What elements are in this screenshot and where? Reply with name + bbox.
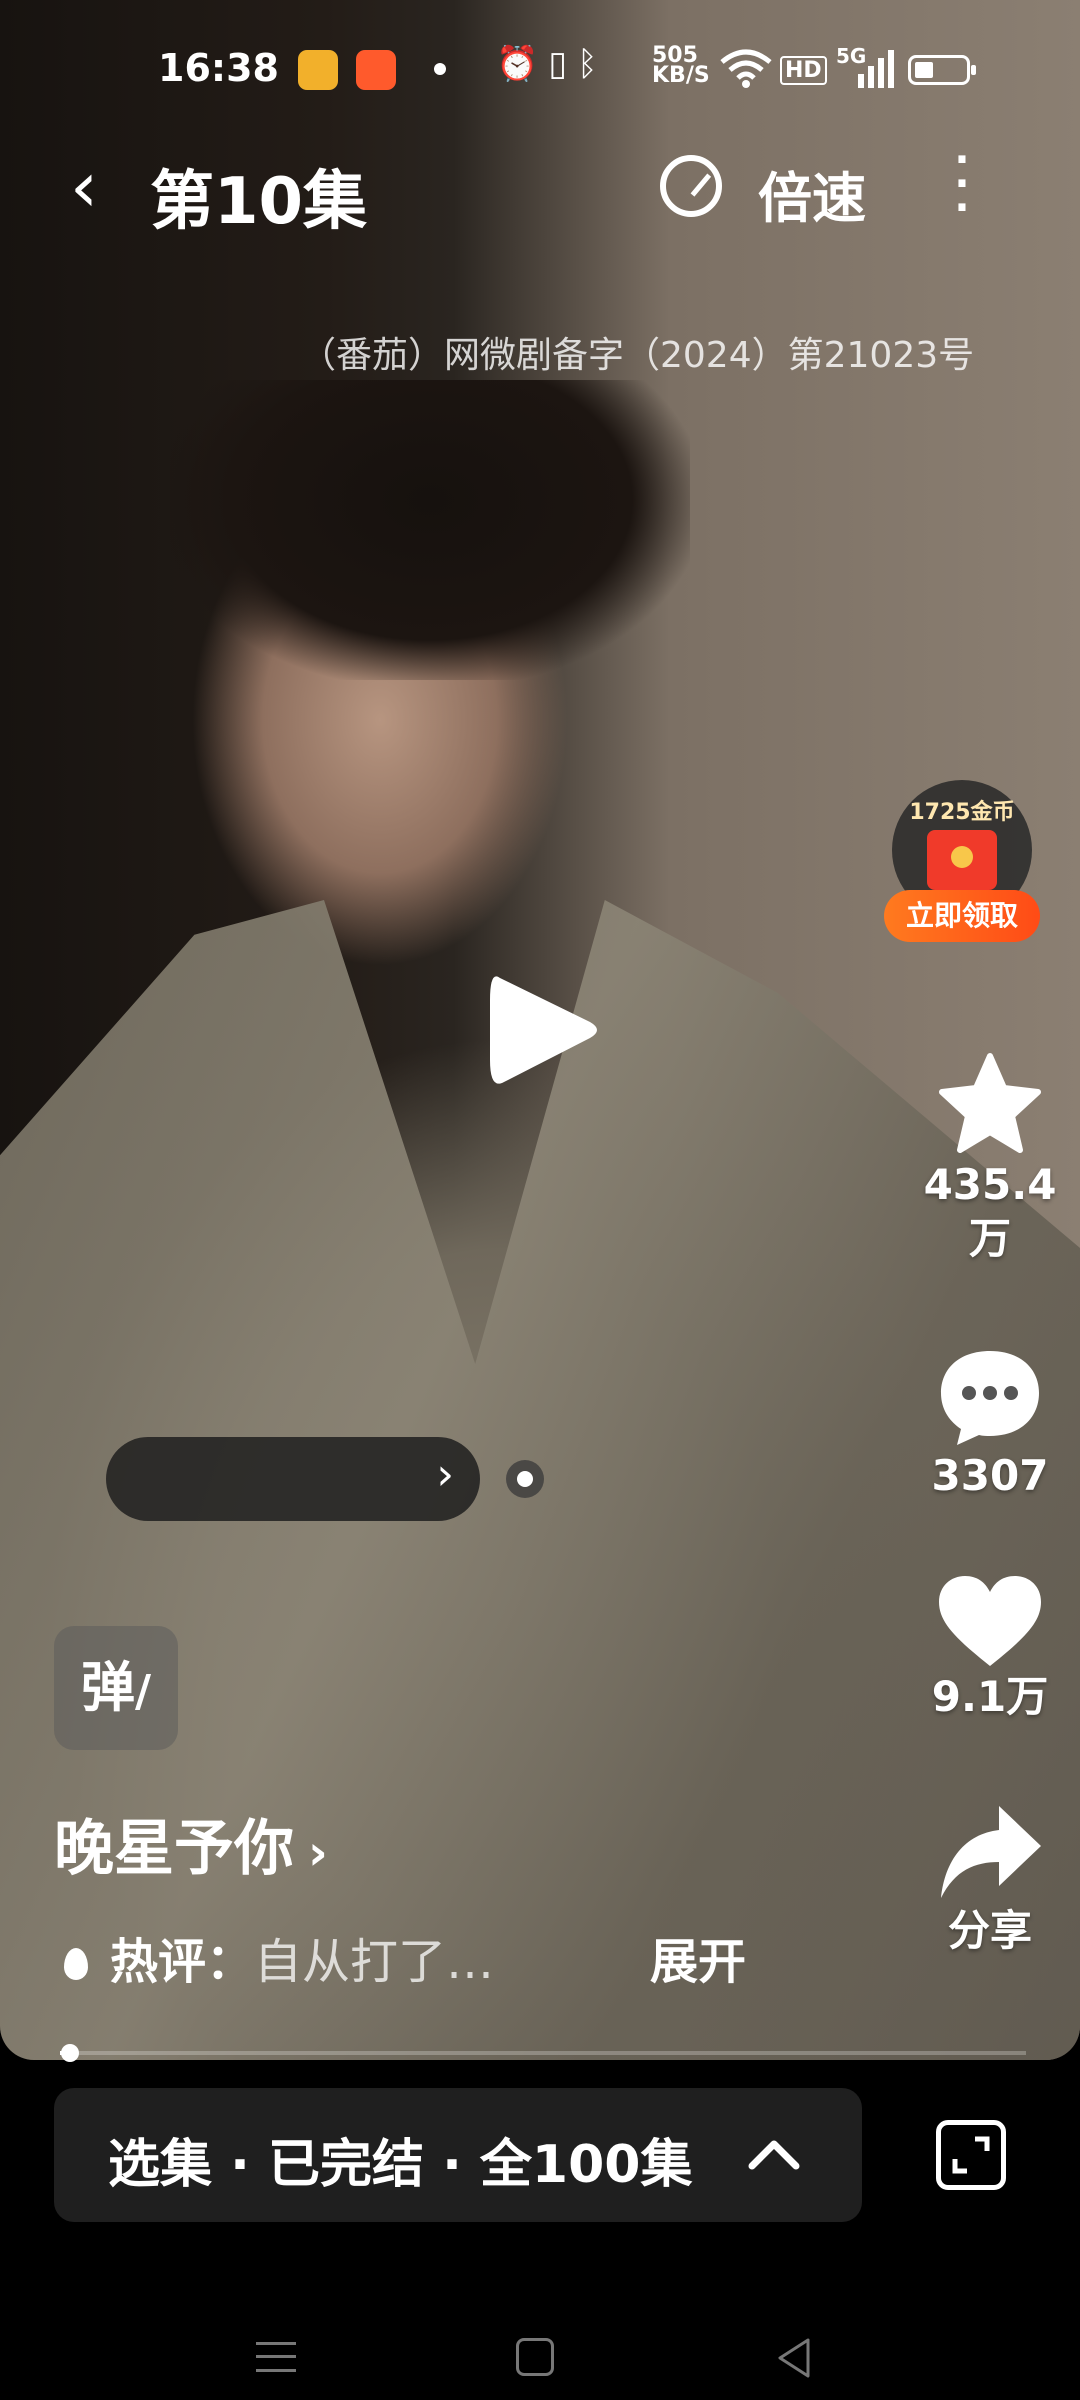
wifi-icon <box>720 49 772 88</box>
coin-reward-widget[interactable]: 1725金币 立即领取 <box>880 780 1040 950</box>
red-envelope-icon <box>927 830 997 890</box>
episode-selector-bar[interactable]: 选集 · 已完结 · 全100集 <box>54 2088 862 2222</box>
signal-icon <box>858 50 894 88</box>
red-app-icon <box>356 50 396 90</box>
more-options-button[interactable]: · · · <box>952 140 972 228</box>
hot-comment[interactable]: 热评：自从打了… <box>64 1922 494 1992</box>
episode-title: 第10集 <box>150 165 368 239</box>
chevron-right-icon: › <box>436 1449 454 1500</box>
net-speed: 505 KB/S <box>652 43 710 88</box>
like-count: 9.1万 <box>931 1672 1049 1721</box>
status-bar: 16:38 ⏰▯ᛒ 505 KB/S HD 5G <box>0 0 1080 140</box>
share-icon[interactable] <box>935 1800 1045 1904</box>
hd-icon: HD <box>780 56 827 85</box>
comment-icon[interactable] <box>935 1345 1045 1449</box>
chevron-up-icon <box>748 2140 800 2170</box>
nav-back-icon[interactable] <box>774 2336 814 2380</box>
drama-title-link[interactable]: 晚星予你 › <box>54 1800 328 1887</box>
alarm-icon: ⏰ <box>496 44 549 84</box>
status-time: 16:38 <box>158 46 279 90</box>
battery-icon <box>908 55 976 85</box>
orange-app-icon <box>298 50 338 90</box>
chevron-right-icon: › <box>308 1825 328 1881</box>
notification-dot-icon <box>434 63 446 75</box>
star-icon[interactable] <box>934 1050 1046 1158</box>
vibrate-icon: ▯ <box>548 44 578 84</box>
flame-icon <box>64 1948 88 1980</box>
video-subject-hair <box>170 380 690 680</box>
playback-speed-button[interactable]: 倍速 <box>758 154 866 233</box>
danmu-toggle-button[interactable]: 弹/ <box>54 1626 178 1750</box>
hot-comment-text: 自从打了… <box>254 1934 495 1990</box>
system-navigation-bar <box>0 2300 1080 2400</box>
share-label: 分享 <box>947 1906 1032 1955</box>
share-action[interactable]: 分享 <box>900 1800 1080 1958</box>
fullscreen-icon <box>952 2136 990 2174</box>
expand-button[interactable]: 展开 <box>650 1922 746 1992</box>
claim-coins-button[interactable]: 立即领取 <box>884 890 1040 942</box>
license-text: （番茄）网微剧备字（2024）第21023号 <box>300 335 975 376</box>
comment-action[interactable]: 3307 <box>900 1345 1080 1503</box>
top-bar: ‹ 第10集 倍速 · · · <box>0 140 1080 250</box>
comment-count: 3307 <box>931 1451 1049 1500</box>
heart-icon[interactable] <box>935 1572 1045 1670</box>
speed-dial-icon[interactable] <box>660 155 722 217</box>
coin-amount: 1725金币 <box>909 800 1015 825</box>
fullscreen-button[interactable] <box>936 2120 1006 2190</box>
play-icon[interactable] <box>470 960 610 1100</box>
hot-comment-label: 热评： <box>110 1934 255 1990</box>
playback-progress-bar[interactable] <box>60 2044 1026 2062</box>
status-icons: ⏰▯ᛒ <box>496 44 607 84</box>
back-button[interactable]: ‹ <box>70 152 98 222</box>
favorite-count: 435.4 万 <box>923 1160 1057 1263</box>
danmu-toggle-label: 弹 <box>80 1656 135 1719</box>
recent-apps-icon[interactable] <box>256 2342 296 2372</box>
bluetooth-icon: ᛒ <box>577 44 608 84</box>
progress-thumb[interactable] <box>60 2044 79 2062</box>
like-action[interactable]: 9.1万 <box>900 1572 1080 1724</box>
home-icon[interactable] <box>516 2338 554 2376</box>
episode-selector-text: 选集 · 已完结 · 全100集 <box>108 2135 693 2195</box>
danmu-input-bar[interactable]: › <box>106 1437 480 1521</box>
drama-title: 晚星予你 <box>54 1814 294 1884</box>
favorite-action[interactable]: 435.4 万 <box>900 1050 1080 1266</box>
danmu-settings-dot[interactable] <box>506 1460 544 1498</box>
